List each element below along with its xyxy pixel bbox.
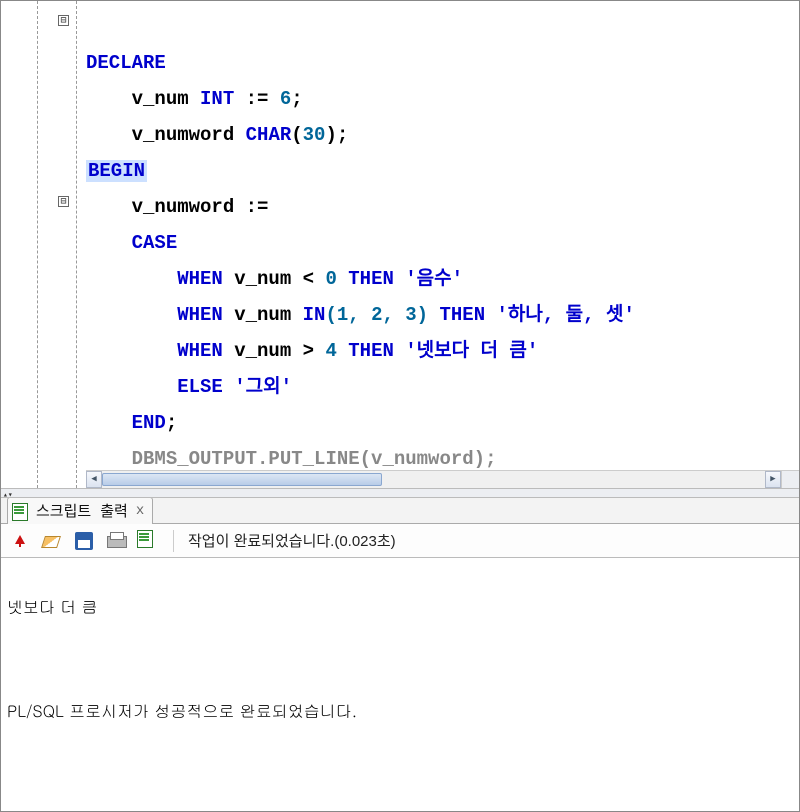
semicolon: ;: [337, 124, 348, 146]
op-assign: :=: [234, 88, 280, 110]
semicolon: ;: [291, 88, 302, 110]
expr: v_num <: [223, 268, 326, 290]
identifier: v_num: [86, 88, 200, 110]
scroll-left-icon[interactable]: ◀: [86, 471, 102, 488]
splitter-grip-icon: ▴▾: [3, 490, 13, 500]
expr: v_num >: [223, 340, 326, 362]
literal-number: (1, 2, 3): [325, 304, 428, 326]
keyword-else: ELSE: [86, 376, 234, 398]
tab-script-output[interactable]: 스크립트 출력 x: [7, 497, 153, 524]
semicolon: ;: [166, 412, 177, 434]
code-editor[interactable]: ⊟ ⊟ DECLARE v_num INT := 6; v_numword CH…: [1, 1, 799, 488]
keyword-then: THEN: [337, 340, 405, 362]
string-literal: '넷보다 더 큼': [405, 340, 538, 362]
toolbar-divider: [173, 530, 174, 552]
keyword-when: WHEN: [86, 340, 223, 362]
save-icon[interactable]: [73, 530, 95, 552]
output-line: 넷보다 더 큼: [7, 595, 98, 618]
sql-icon[interactable]: [137, 530, 159, 552]
keyword-when: WHEN: [86, 268, 223, 290]
literal-number: 30: [303, 124, 326, 146]
keyword-end: END: [86, 412, 166, 434]
print-icon[interactable]: [105, 530, 127, 552]
keyword-int: INT: [200, 88, 234, 110]
keyword-then: THEN: [337, 268, 405, 290]
status-text: 작업이 완료되었습니다.(0.023초): [188, 530, 396, 551]
horizontal-scrollbar[interactable]: ◀ ▶: [86, 470, 781, 488]
tab-label: 스크립트 출력: [36, 500, 128, 521]
keyword-declare: DECLARE: [86, 52, 166, 74]
keyword-begin: BEGIN: [86, 160, 147, 182]
fold-toggle-icon[interactable]: ⊟: [58, 15, 69, 26]
pin-icon[interactable]: [9, 530, 31, 552]
close-icon[interactable]: x: [136, 503, 144, 519]
keyword-case: CASE: [86, 232, 177, 254]
keyword-in: IN: [303, 304, 326, 326]
literal-number: 0: [325, 268, 336, 290]
keyword-then: THEN: [428, 304, 496, 326]
output-toolbar: 작업이 완료되었습니다.(0.023초): [1, 524, 799, 558]
literal-number: 4: [325, 340, 336, 362]
output-line: PL/SQL 프로시저가 성공적으로 완료되었습니다.: [7, 699, 357, 722]
string-literal: '하나, 둘, 셋': [497, 304, 635, 326]
eraser-icon[interactable]: [41, 530, 63, 552]
identifier: v_numword :=: [86, 196, 268, 218]
splitter-bar[interactable]: ▴▾: [1, 488, 799, 498]
scroll-corner: [781, 470, 799, 488]
literal-number: 6: [280, 88, 291, 110]
code-content[interactable]: DECLARE v_num INT := 6; v_numword CHAR(3…: [86, 9, 799, 488]
scroll-thumb[interactable]: [102, 473, 382, 486]
output-tabrow: 스크립트 출력 x: [1, 498, 799, 524]
keyword-char: CHAR: [246, 124, 292, 146]
keyword-when: WHEN: [86, 304, 223, 326]
output-panel[interactable]: 넷보다 더 큼 PL/SQL 프로시저가 성공적으로 완료되었습니다.: [1, 558, 799, 734]
scroll-right-icon[interactable]: ▶: [765, 471, 781, 488]
string-literal: '그외': [234, 376, 292, 398]
paren: ): [325, 124, 336, 146]
string-literal: '음수': [405, 268, 463, 290]
fold-toggle-icon[interactable]: ⊟: [58, 196, 69, 207]
paren: (: [291, 124, 302, 146]
identifier: v_numword: [86, 124, 246, 146]
expr: v_num: [223, 304, 303, 326]
script-icon: [12, 503, 28, 519]
dbms-output-call: DBMS_OUTPUT.PUT_LINE(v_numword);: [86, 448, 496, 470]
editor-gutter: ⊟ ⊟: [1, 1, 61, 488]
